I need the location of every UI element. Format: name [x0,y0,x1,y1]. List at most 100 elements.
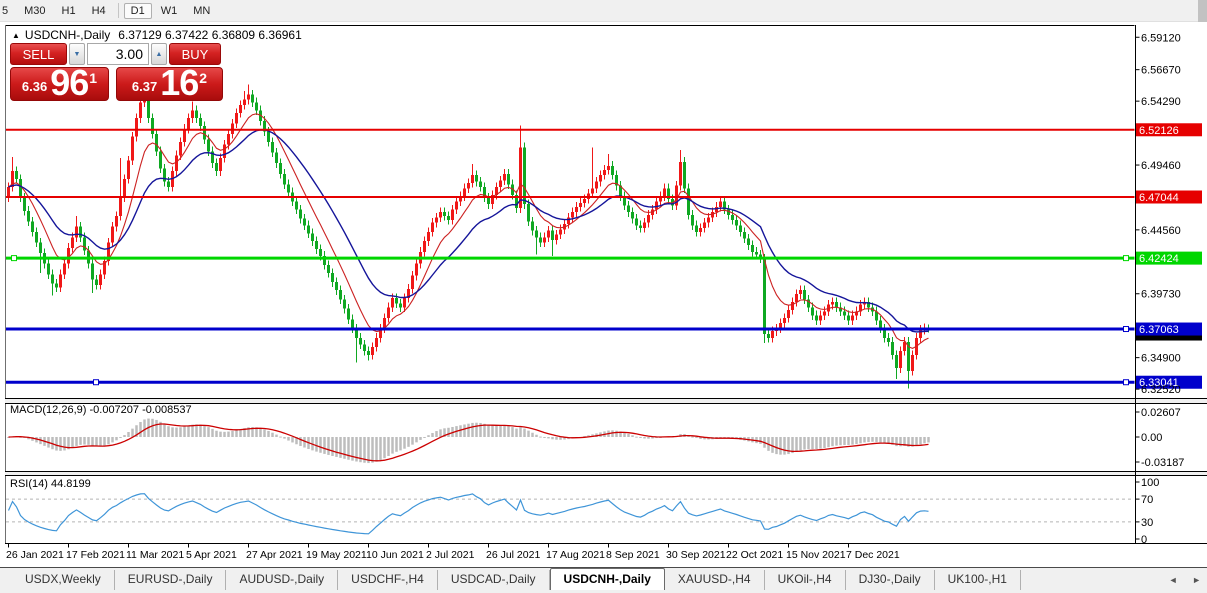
macd-histogram-bar [499,426,502,437]
line-handle[interactable] [1124,380,1129,385]
candle-down [351,319,354,328]
macd-histogram-bar [131,429,134,437]
macd-histogram-bar [415,437,418,442]
line-handle[interactable] [94,380,99,385]
bid-price-box[interactable]: 6.36 96 1 [10,67,109,101]
macd-histogram-bar [227,432,230,437]
candle-up [223,145,226,158]
timeframe-button-d1[interactable]: D1 [124,3,152,19]
macd-histogram-bar [919,437,922,444]
timeframe-button-m30[interactable]: M30 [17,3,52,19]
timeframe-button-m5[interactable]: 5 [1,3,15,19]
candle-down [443,212,446,216]
macd-histogram-bar [403,437,406,449]
tab-scroll-left-icon[interactable]: ◄ [1169,575,1178,585]
tab-usdchf-h4[interactable]: USDCHF-,H4 [338,570,438,590]
date-tick-label: 8 Sep 2021 [606,549,660,561]
rsi-pane [6,494,1134,534]
candle-up [819,315,822,320]
macd-histogram-bar [447,428,450,437]
tab-audusd-daily[interactable]: AUDUSD-,Daily [226,570,338,590]
candle-down [631,212,634,219]
toolbar-separator [118,3,119,18]
macd-histogram-bar [291,437,294,442]
candle-down [343,299,346,308]
line-handle[interactable] [12,256,17,261]
date-tick-label: 11 Mar 2021 [126,549,184,561]
candle-down [15,171,18,179]
macd-histogram-bar [851,437,854,445]
candle-up [555,235,558,240]
tab-dj30-daily[interactable]: DJ30-,Daily [846,570,935,590]
candle-down [891,342,894,355]
candle-down [523,147,526,204]
candle-down [687,188,690,214]
macd-histogram-bar [323,437,326,454]
line-handle[interactable] [1124,327,1129,332]
macd-histogram-bar [271,433,274,437]
ask-price-box[interactable]: 6.37 16 2 [116,67,223,101]
candle-down [531,221,534,230]
candle-up [719,202,722,207]
date-tick-label: 27 Apr 2021 [246,549,303,561]
macd-histogram-bar [487,425,490,437]
candle-down [167,182,170,187]
candle-up [71,237,74,248]
candle-down [539,237,542,242]
candle-down [275,153,278,164]
macd-histogram-bar [511,427,514,437]
macd-histogram-bar [627,434,630,437]
macd-histogram-bar [215,431,218,437]
macd-histogram-bar [399,437,402,450]
tab-eurusd-daily[interactable]: EURUSD-,Daily [115,570,227,590]
tab-ukoil-h4[interactable]: UKOil-,H4 [765,570,846,590]
tab-usdcad-daily[interactable]: USDCAD-,Daily [438,570,550,590]
candle-up [427,232,430,241]
candle-down [611,166,614,175]
macd-histogram-bar [691,437,694,438]
candle-up [655,202,658,210]
macd-histogram-bar [299,437,302,446]
collapse-chart-icon[interactable]: ▲ [12,31,20,40]
tab-uk100-h1[interactable]: UK100-,H1 [935,570,1021,590]
macd-histogram-bar [835,437,838,446]
candle-up [607,166,610,170]
candle-up [227,134,230,145]
tab-xauusd-h4[interactable]: XAUUSD-,H4 [665,570,765,590]
macd-histogram-bar [927,437,930,442]
candle-up [823,311,826,315]
timeframe-button-h1[interactable]: H1 [55,3,83,19]
price-chart[interactable]: 6.521266.470446.424246.370636.330416.591… [0,25,1207,567]
macd-histogram-bar [123,435,126,437]
candle-down [359,338,362,345]
candle-down [887,338,890,342]
rsi-line [9,494,929,534]
candle-up [391,298,394,307]
date-tick-label: 5 Apr 2021 [186,549,237,561]
tab-usdx-weekly[interactable]: USDX,Weekly [12,570,115,590]
tab-usdcnh-daily[interactable]: USDCNH-,Daily [550,568,665,590]
line-handle[interactable] [1124,256,1129,261]
candle-up [99,274,102,285]
candle-up [715,207,718,212]
macd-histogram-bar [503,426,506,437]
timeframe-button-mn[interactable]: MN [186,3,217,19]
tab-scroll-right-icon[interactable]: ► [1192,575,1201,585]
macd-pane [7,419,930,464]
macd-histogram-bar [839,437,842,445]
volume-input[interactable] [87,43,149,65]
price-tick-label: 6.59120 [1141,32,1181,44]
macd-histogram-bar [55,437,58,451]
macd-histogram-bar [231,431,234,437]
macd-histogram-bar [463,424,466,437]
macd-histogram-bar [155,420,158,437]
candle-up [375,338,378,347]
candle-down [283,174,286,185]
macd-histogram-bar [639,437,642,438]
macd-histogram-bar [383,437,386,458]
timeframe-button-w1[interactable]: W1 [154,3,185,19]
candle-up [575,207,578,212]
macd-histogram-bar [119,437,122,438]
macd-histogram-bar [367,437,370,463]
timeframe-button-h4[interactable]: H4 [85,3,113,19]
